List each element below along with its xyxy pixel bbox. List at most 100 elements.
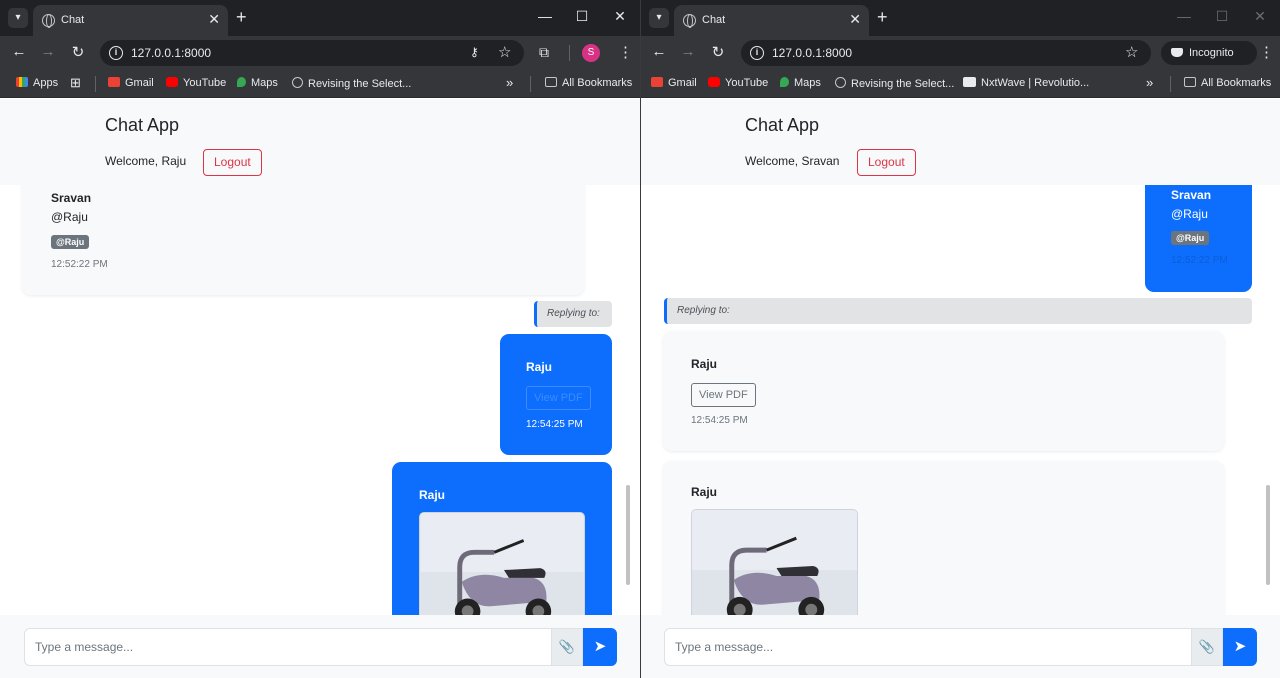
bookmark-revising[interactable]: Revising the Select... [292,77,411,90]
message-sender: Raju [691,485,718,499]
toolbar: ← → ↻ i 127.0.0.1:8000 ⚷ ☆ ⧉ S ⋮ [0,36,640,70]
forward-icon[interactable]: → [38,43,58,60]
minimize-icon[interactable]: — [1174,8,1194,24]
bookmark-all[interactable]: All Bookmarks [1184,77,1271,89]
divider [569,45,570,61]
paperclip-icon[interactable]: 📎 [551,628,583,666]
scrollbar[interactable] [626,485,630,585]
send-icon[interactable]: ➤ [583,628,617,666]
key-icon[interactable]: ⚷ [470,45,479,59]
logout-button[interactable]: Logout [203,149,262,176]
chevron-down-icon[interactable]: ▾ [649,8,669,28]
divider [1170,76,1171,92]
scooter-image [420,513,584,615]
tab-chat[interactable]: Chat ✕ [33,5,228,36]
send-icon[interactable]: ➤ [1223,628,1257,666]
more-bookmarks-icon[interactable]: » [506,75,513,90]
incognito-indicator[interactable]: Incognito [1161,41,1257,65]
bookmark-nxtwave[interactable]: NxtWave | Revolutio... [963,77,1089,89]
back-icon[interactable]: ← [649,43,669,60]
grid-icon[interactable]: ⊞ [70,75,81,91]
bookmark-all[interactable]: All Bookmarks [545,77,632,89]
bookmark-maps[interactable]: Maps [780,77,821,89]
scooter-image [692,510,857,615]
mention-badge: @Raju [1171,231,1210,245]
chevron-down-icon[interactable]: ▾ [8,8,28,28]
bookmarks-bar: Apps ⊞ Gmail YouTube Maps Revising the S… [0,70,640,98]
view-pdf-button[interactable]: View PDF [691,383,756,407]
info-icon[interactable]: i [750,46,764,60]
forward-icon[interactable]: → [678,43,698,60]
plus-icon[interactable]: + [877,7,888,27]
maximize-icon[interactable]: ☐ [1212,8,1232,25]
more-bookmarks-icon[interactable]: » [1146,75,1153,90]
image-attachment[interactable] [691,509,858,615]
bookmark-apps[interactable]: Apps [16,77,58,89]
kebab-icon[interactable]: ⋮ [1259,43,1274,61]
tab-bar: ▾ Chat ✕ + — ☐ ✕ [0,0,640,36]
app-header: Chat App Welcome, Sravan Logout [641,99,1280,185]
star-icon[interactable]: ☆ [1125,43,1138,61]
message-sender: Sravan [1171,188,1212,202]
message-input[interactable]: Type a message... [24,628,552,666]
avatar[interactable]: S [582,44,600,62]
logout-button[interactable]: Logout [857,149,916,176]
divider [530,76,531,92]
tab-chat[interactable]: Chat ✕ [674,5,869,36]
maximize-icon[interactable]: ☐ [572,8,592,25]
view-pdf-button[interactable]: View PDF [526,386,591,410]
extensions-icon[interactable]: ⧉ [539,44,549,61]
back-icon[interactable]: ← [9,43,29,60]
plus-icon[interactable]: + [236,7,247,27]
message-sender: Raju [419,488,446,502]
browser-window-right: ▾ Chat ✕ + — ☐ ✕ ← → ↻ i 127.0.0.1:8000 … [641,0,1280,678]
page-title: Chat App [745,115,820,135]
welcome-text: Welcome, Sravan [745,154,840,168]
message-list: Sravan @Raju @Raju 12:52:22 PM Replying … [641,185,1280,615]
minimize-icon[interactable]: — [535,8,555,24]
message-time: 12:52:22 PM [51,259,108,270]
bookmark-youtube[interactable]: YouTube [708,77,768,89]
address-bar[interactable]: i 127.0.0.1:8000 ☆ [741,40,1151,66]
divider [95,76,96,92]
toolbar: ← → ↻ i 127.0.0.1:8000 ☆ Incognito ⋮ [641,36,1280,70]
message-bubble-own: Raju [392,462,612,615]
close-icon[interactable]: ✕ [849,11,861,28]
page-title: Chat App [105,115,180,135]
image-attachment[interactable] [419,512,585,615]
bookmark-gmail[interactable]: Gmail [651,77,697,89]
welcome-text: Welcome, Raju [105,154,187,168]
bookmark-maps[interactable]: Maps [237,77,278,89]
message-card: Raju View PDF 12:54:25 PM [663,331,1224,451]
bookmark-gmail[interactable]: Gmail [108,77,154,89]
star-icon[interactable]: ☆ [498,43,511,61]
address-bar[interactable]: i 127.0.0.1:8000 ⚷ ☆ [100,40,524,66]
page-content: Chat App Welcome, Raju Logout Sravan @Ra… [0,99,640,678]
message-composer: Type a message... 📎 ➤ [0,615,640,678]
globe-icon [42,14,55,28]
bookmark-youtube[interactable]: YouTube [166,77,226,89]
message-bubble-own: Raju View PDF 12:54:25 PM [500,334,612,455]
app-header: Chat App Welcome, Raju Logout [0,99,640,185]
reload-icon[interactable]: ↻ [708,43,728,61]
close-icon[interactable]: ✕ [208,11,220,28]
browser-window-left: ▾ Chat ✕ + — ☐ ✕ ← → ↻ i 127.0.0.1:8000 … [0,0,641,678]
close-window-icon[interactable]: ✕ [1250,8,1270,25]
kebab-icon[interactable]: ⋮ [618,43,633,61]
message-input[interactable]: Type a message... [664,628,1192,666]
paperclip-icon[interactable]: 📎 [1191,628,1223,666]
message-sender: Raju [691,357,718,371]
message-time: 12:54:25 PM [526,419,583,430]
bookmark-revising[interactable]: Revising the Select... [835,77,954,90]
message-card: Raju [663,461,1224,615]
tab-title: Chat [702,14,726,26]
tab-bar: ▾ Chat ✕ + — ☐ ✕ [641,0,1280,36]
reload-icon[interactable]: ↻ [68,43,88,61]
message-list: Sravan @Raju @Raju 12:52:22 PM Replying … [0,185,640,615]
message-sender: Sravan [51,191,92,205]
message-sender: Raju [526,360,553,374]
close-window-icon[interactable]: ✕ [610,8,630,25]
message-composer: Type a message... 📎 ➤ [641,615,1280,678]
scrollbar[interactable] [1266,485,1270,585]
info-icon[interactable]: i [109,46,123,60]
